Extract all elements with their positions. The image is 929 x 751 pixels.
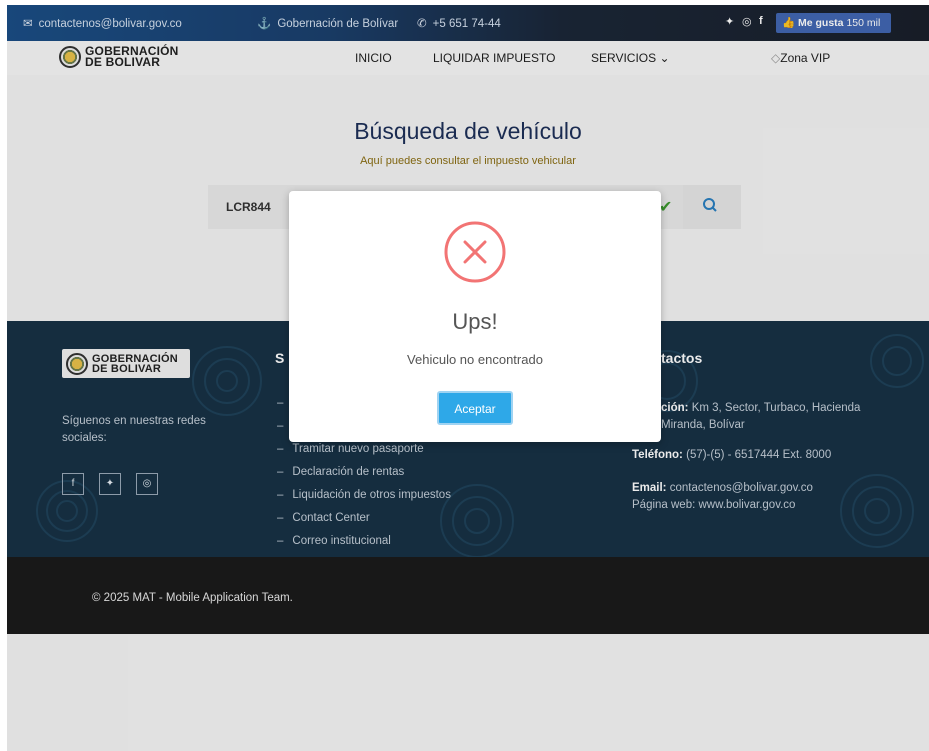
page: ✉ contactenos@bolivar.gov.co ⚓ Gobernación…	[7, 5, 929, 751]
dialog-message: Vehiculo no encontrado	[407, 352, 543, 367]
dialog-title: Ups!	[452, 309, 498, 334]
error-x-icon	[444, 221, 506, 283]
accept-button[interactable]: Aceptar	[437, 391, 513, 425]
error-dialog: Ups! Vehiculo no encontrado Aceptar	[289, 191, 661, 442]
